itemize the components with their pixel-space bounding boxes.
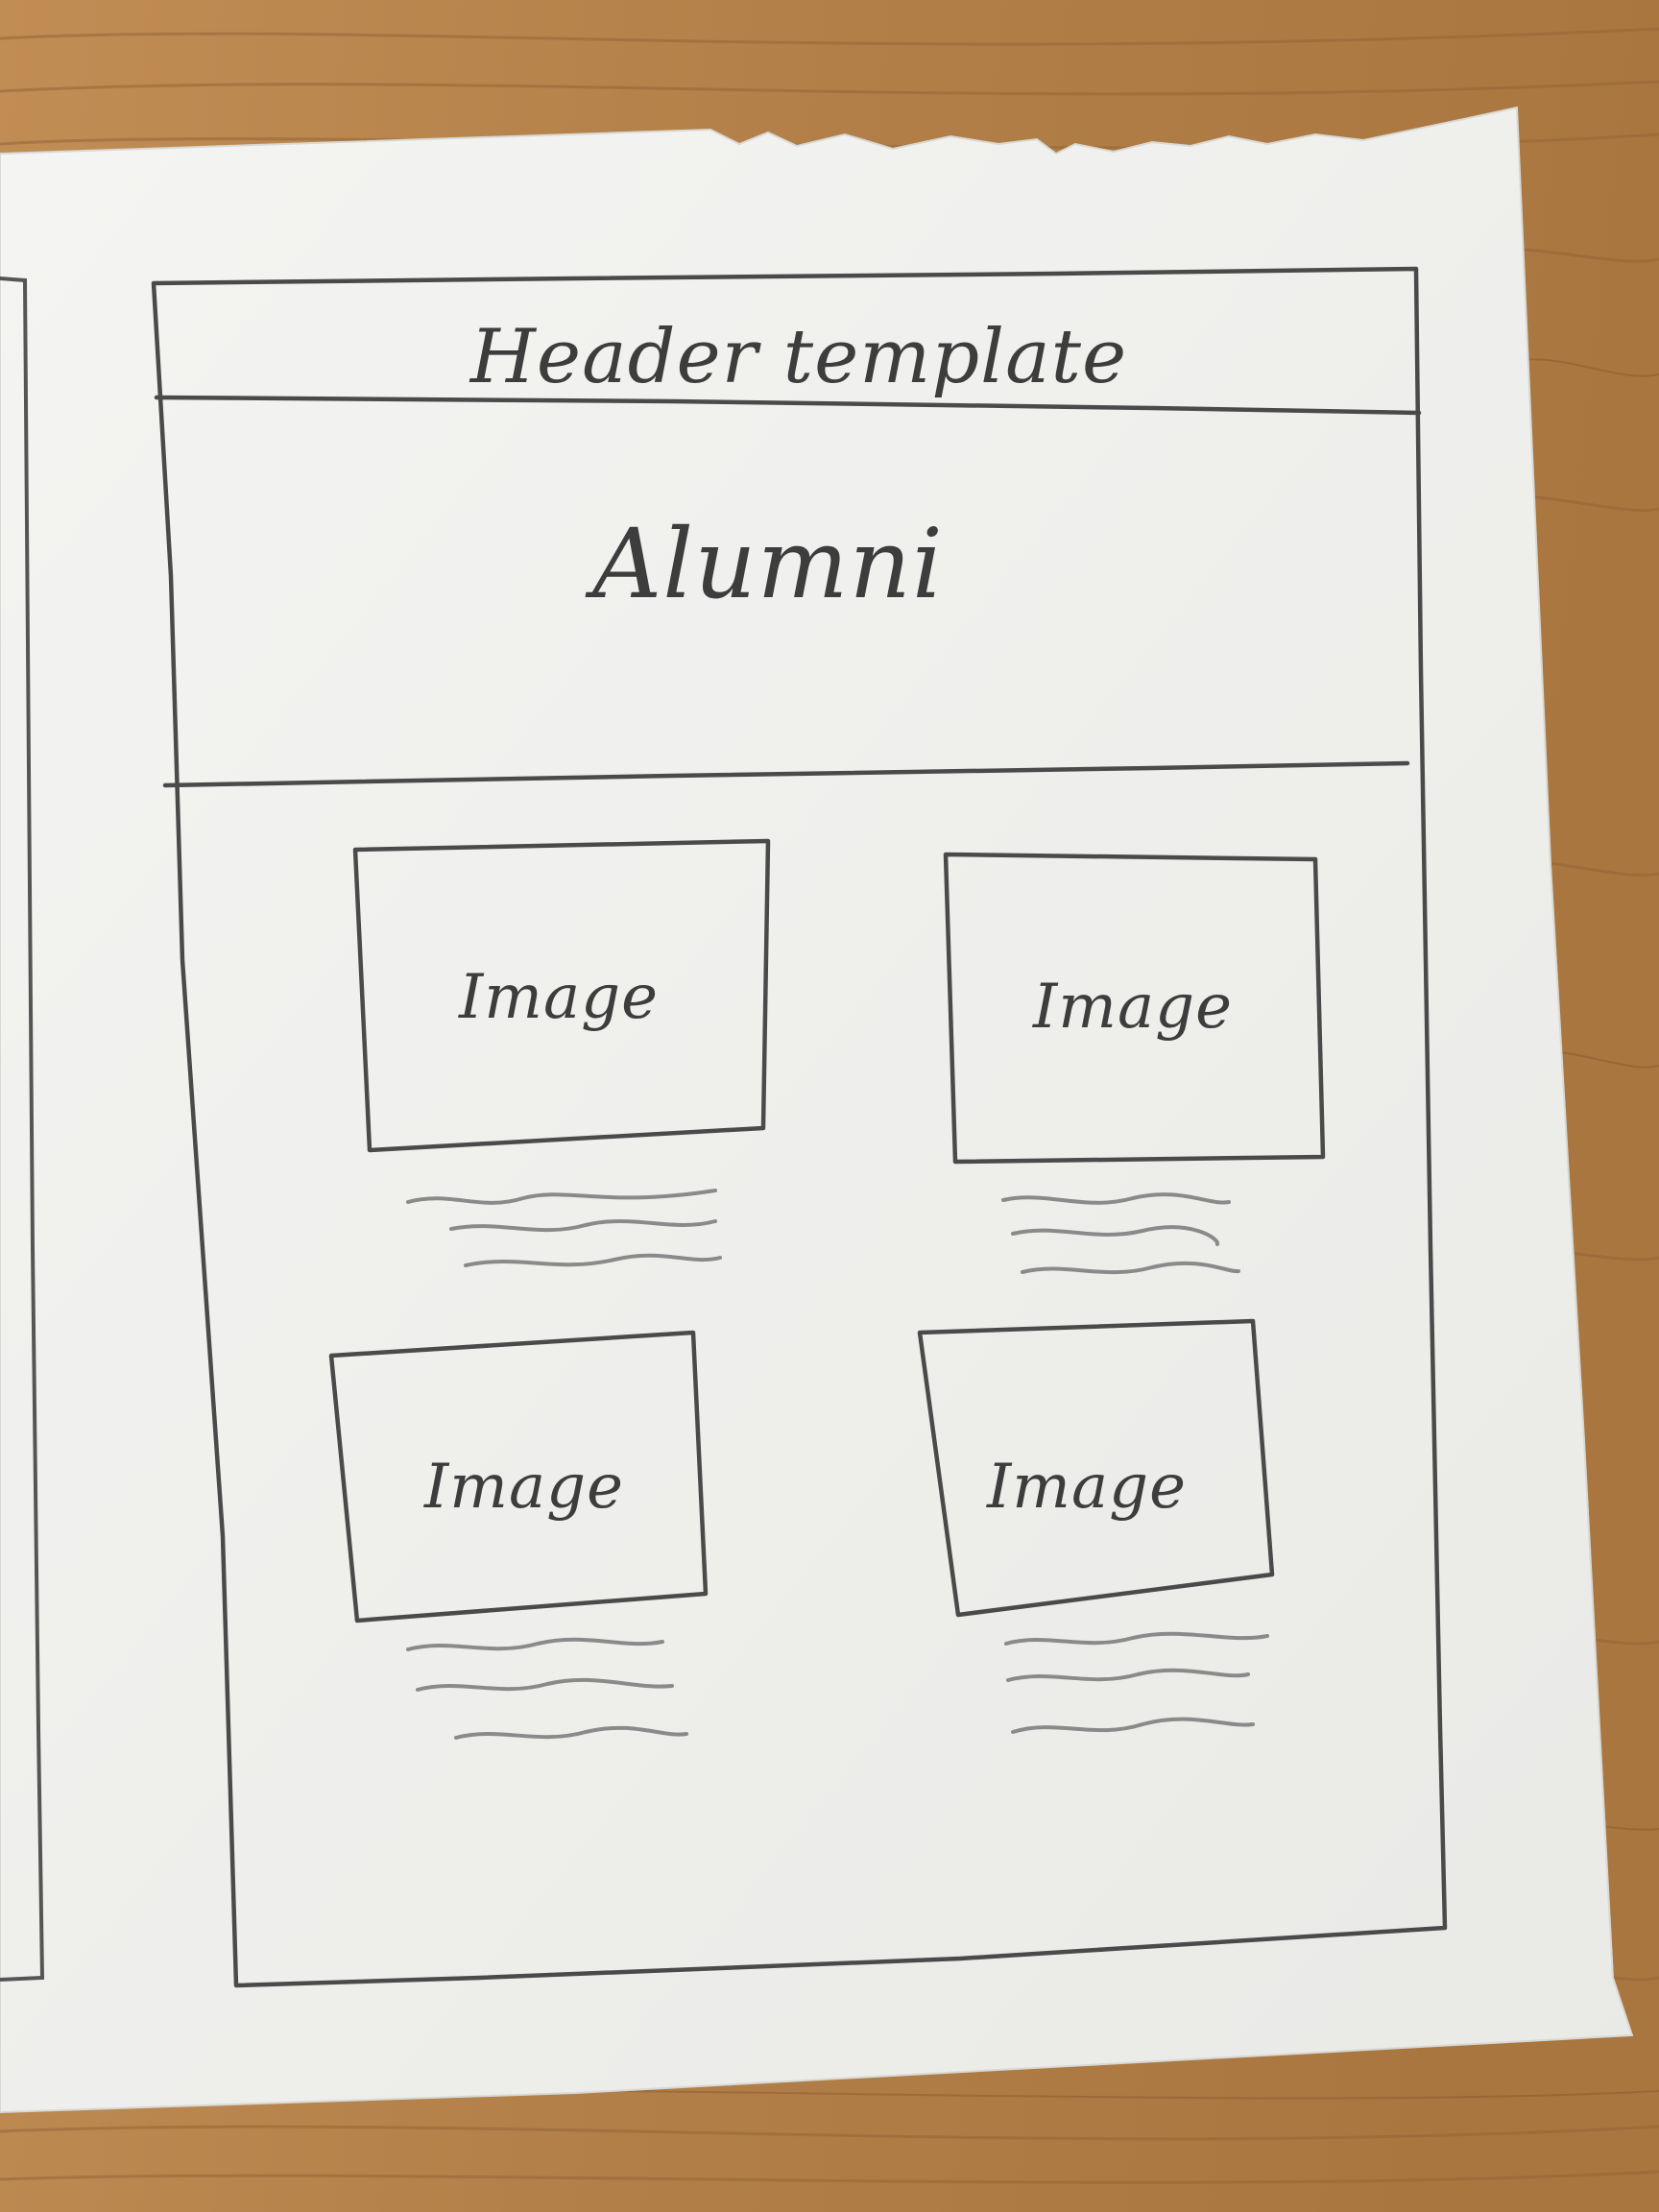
alumni-title: Alumni (585, 508, 944, 620)
header-template-label: Header template (469, 314, 1127, 400)
image-label: Image (458, 962, 659, 1033)
image-label: Image (1032, 972, 1233, 1043)
paper-sheet (0, 106, 1634, 2114)
image-label: Image (986, 1452, 1187, 1523)
image-label: Image (423, 1452, 624, 1523)
wireframe-sketch-photo: Header template Alumni Image Image Image (0, 0, 1659, 2212)
